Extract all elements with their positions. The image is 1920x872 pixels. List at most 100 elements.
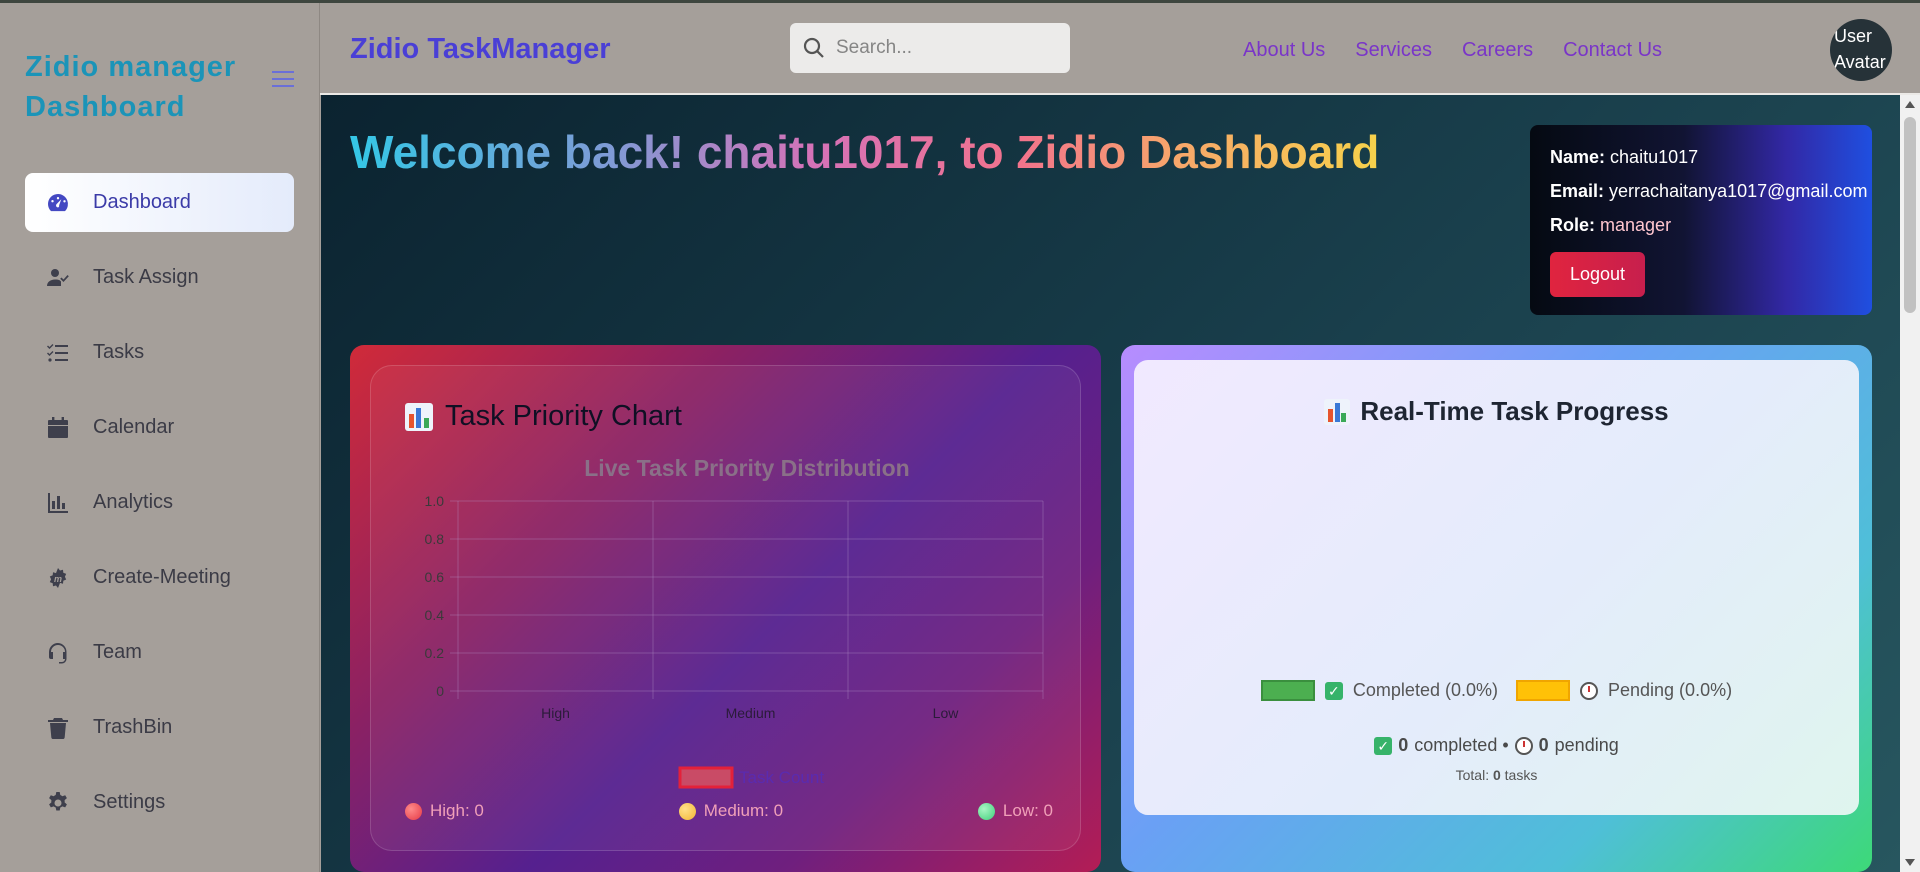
bar-chart-icon xyxy=(45,491,71,515)
gear-icon xyxy=(45,791,71,815)
logout-button[interactable]: Logout xyxy=(1550,252,1646,297)
task-priority-title: Task Priority Chart xyxy=(405,400,682,433)
search-icon xyxy=(803,37,824,58)
y-tick-label: 0 xyxy=(436,683,444,699)
user-info-card: Name: chaitu1017 Email: yerrachaitanya10… xyxy=(1530,125,1872,315)
user-email-label: Email: xyxy=(1550,181,1605,201)
stat-low: Low: 0 xyxy=(977,801,1053,821)
sidebar-item-dashboard[interactable]: Dashboard xyxy=(25,173,294,232)
chart-title: Live Task Priority Distribution xyxy=(584,455,909,481)
stat-low-label: Low: 0 xyxy=(1002,801,1053,820)
user-avatar[interactable]: User Avatar xyxy=(1830,19,1892,81)
sidebar-item-label: Task Assign xyxy=(93,266,199,288)
user-name-value: chaitu1017 xyxy=(1610,147,1699,167)
clock-icon xyxy=(1514,736,1533,755)
stat-medium-label: Medium: 0 xyxy=(703,801,784,820)
legend-label-task-count: Task Count xyxy=(739,768,824,787)
meeting-icon: m xyxy=(45,566,71,590)
search-box[interactable] xyxy=(790,23,1070,73)
sidebar-item-trashbin[interactable]: TrashBin xyxy=(25,698,294,757)
user-name-label: Name: xyxy=(1550,147,1606,167)
progress-legend: ✓ Completed (0.0%) Pending (0.0%) xyxy=(1134,680,1859,701)
sidebar-item-task-assign[interactable]: Task Assign xyxy=(25,248,294,307)
main-content: Welcome back! chaitu1017, to Zidio Dashb… xyxy=(321,95,1900,872)
completed-legend-label: Completed (0.0%) xyxy=(1352,680,1498,700)
sidebar-item-analytics[interactable]: Analytics xyxy=(25,473,294,532)
stat-high-label: High: 0 xyxy=(430,801,484,820)
priority-stats: High: 0 Medium: 0 Low: 0 xyxy=(405,801,1053,821)
svg-text:m: m xyxy=(54,574,62,584)
low-dot-icon xyxy=(977,802,995,820)
check-icon: ✓ xyxy=(1324,681,1343,700)
progress-total: Total: 0 tasks xyxy=(1134,767,1859,783)
task-progress-inner: Real-Time Task Progress ✓ Completed (0.0… xyxy=(1134,360,1859,815)
high-dot-icon xyxy=(405,802,422,820)
task-progress-title: Real-Time Task Progress xyxy=(1134,396,1859,427)
progress-summary: ✓ 0 completed • 0 pending xyxy=(1134,735,1859,756)
link-about-us[interactable]: About Us xyxy=(1243,39,1325,62)
scroll-down-arrow-icon[interactable] xyxy=(1905,859,1915,866)
sidebar-item-team[interactable]: Team xyxy=(25,623,294,682)
search-input[interactable] xyxy=(836,37,1056,59)
x-tick-label: Medium xyxy=(726,705,776,721)
pending-swatch xyxy=(1516,680,1570,701)
link-services[interactable]: Services xyxy=(1355,39,1432,62)
user-check-icon xyxy=(45,266,71,290)
welcome-heading: Welcome back! chaitu1017, to Zidio Dashb… xyxy=(350,126,1380,178)
task-priority-title-text: Task Priority Chart xyxy=(445,400,682,432)
list-check-icon xyxy=(45,341,71,365)
task-priority-card: Task Priority Chart Live Task Priority D… xyxy=(350,345,1101,872)
link-contact-us[interactable]: Contact Us xyxy=(1563,39,1662,62)
sidebar: Zidio manager Dashboard Dashboard Task A… xyxy=(0,3,320,872)
headset-icon xyxy=(45,641,71,665)
y-tick-label: 0.2 xyxy=(425,645,445,661)
user-role-row: Role: manager xyxy=(1550,215,1852,236)
sidebar-item-label: Team xyxy=(93,641,142,663)
bar-chart-emoji-icon xyxy=(405,402,433,431)
sidebar-item-create-meeting[interactable]: m Create-Meeting xyxy=(25,548,294,607)
scroll-up-arrow-icon[interactable] xyxy=(1905,101,1915,108)
total-prefix: Total: xyxy=(1455,767,1490,783)
completed-text: completed • xyxy=(1414,735,1509,755)
user-name-row: Name: chaitu1017 xyxy=(1550,147,1852,168)
task-progress-title-text: Real-Time Task Progress xyxy=(1360,396,1669,426)
bar-chart-emoji-icon xyxy=(1324,398,1351,425)
sidebar-nav: Dashboard Task Assign Tasks Calendar Ana… xyxy=(25,173,294,848)
stat-high: High: 0 xyxy=(405,801,484,821)
sidebar-brand: Zidio manager Dashboard xyxy=(25,51,237,123)
completed-count: 0 xyxy=(1398,735,1409,755)
user-email-row: Email: yerrachaitanya1017@gmail.com xyxy=(1550,181,1867,202)
x-tick-label: Low xyxy=(933,705,960,721)
user-email-value: yerrachaitanya1017@gmail.com xyxy=(1609,181,1868,201)
pending-count: 0 xyxy=(1538,735,1549,755)
task-progress-card: Real-Time Task Progress ✓ Completed (0.0… xyxy=(1121,345,1872,872)
task-priority-inner: Task Priority Chart Live Task Priority D… xyxy=(370,365,1081,851)
x-tick-label: High xyxy=(541,705,570,721)
sidebar-item-label: Analytics xyxy=(93,491,174,513)
pending-legend-label: Pending (0.0%) xyxy=(1608,680,1733,700)
sidebar-item-settings[interactable]: Settings xyxy=(25,773,294,832)
sidebar-item-calendar[interactable]: Calendar xyxy=(25,398,294,457)
clock-icon xyxy=(1580,681,1598,700)
y-tick-label: 1.0 xyxy=(425,493,445,509)
calendar-icon xyxy=(45,416,71,440)
main-scrollbar[interactable] xyxy=(1900,95,1920,872)
user-role-value: manager xyxy=(1600,215,1672,235)
sidebar-item-tasks[interactable]: Tasks xyxy=(25,323,294,382)
total-suffix: tasks xyxy=(1504,767,1538,783)
sidebar-item-label: Tasks xyxy=(93,341,145,363)
scroll-thumb[interactable] xyxy=(1904,117,1916,313)
sidebar-item-label: Calendar xyxy=(93,416,175,438)
pending-text: pending xyxy=(1554,735,1619,755)
trash-icon xyxy=(45,716,71,740)
link-careers[interactable]: Careers xyxy=(1462,39,1533,62)
y-tick-label: 0.8 xyxy=(425,531,445,547)
user-role-label: Role: xyxy=(1550,215,1595,235)
chart-x-ticks: High Medium Low xyxy=(541,705,959,721)
header-links: About Us Services Careers Contact Us xyxy=(1243,39,1662,62)
total-count: 0 xyxy=(1492,767,1501,783)
y-tick-label: 0.4 xyxy=(425,607,445,623)
check-icon: ✓ xyxy=(1374,736,1393,755)
completed-swatch xyxy=(1260,680,1315,701)
hamburger-menu-icon[interactable] xyxy=(272,71,294,89)
